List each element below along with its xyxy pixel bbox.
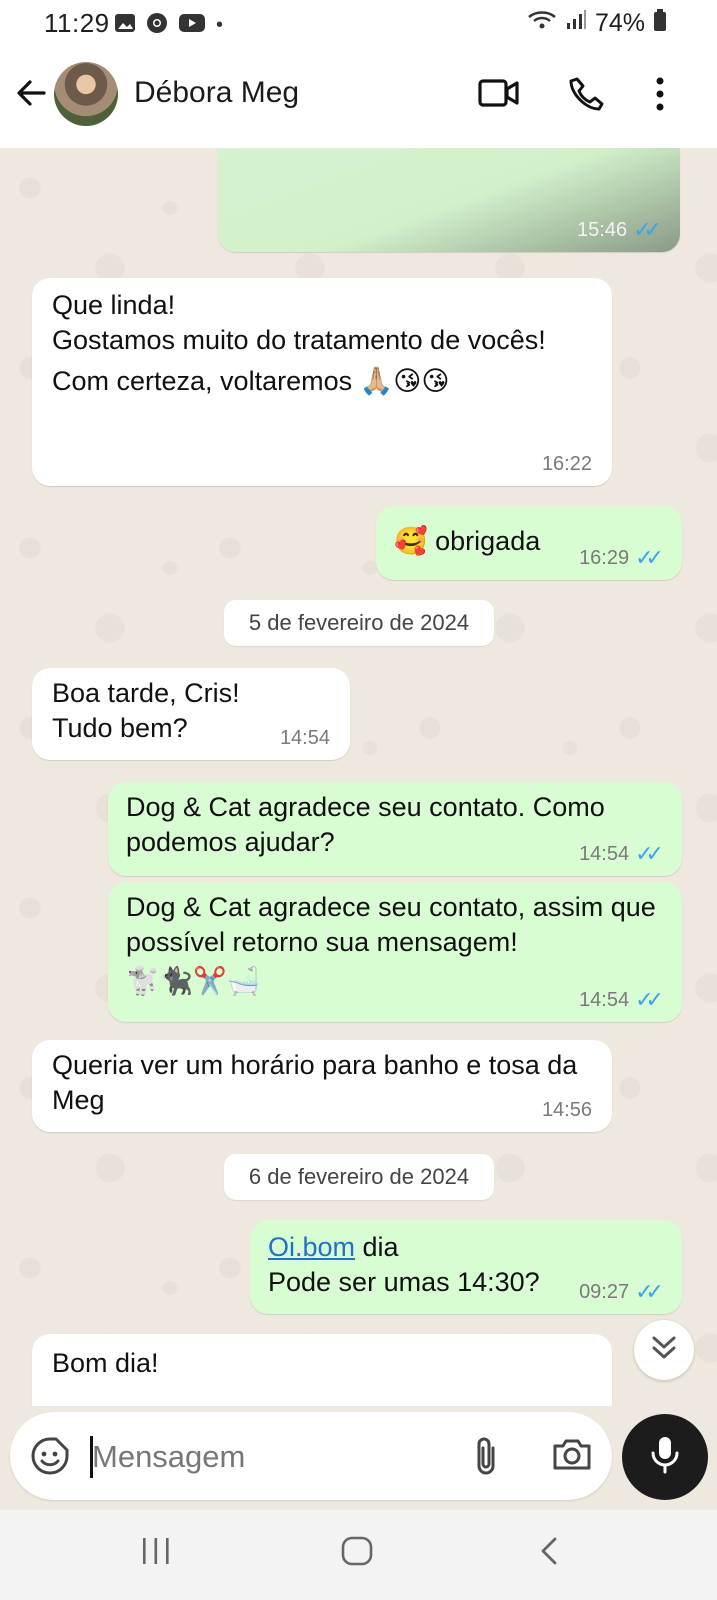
camera-icon[interactable] — [552, 1436, 592, 1477]
emoji: 🥰 — [394, 526, 428, 557]
message-text: Bom dia! — [52, 1348, 159, 1378]
avatar[interactable] — [54, 62, 118, 126]
system-navigation-bar — [0, 1510, 717, 1600]
signal-icon — [565, 9, 587, 38]
message-text: obrigada — [435, 526, 541, 556]
message-time: 16:22 — [541, 453, 592, 475]
message-incoming[interactable]: Bom dia! — [32, 1334, 612, 1406]
message-line: Com certeza, voltaremos 🙏🏼😘😘 — [52, 366, 450, 397]
message-line: Boa tarde, Cris! — [52, 678, 240, 708]
more-options-icon[interactable] — [652, 76, 668, 117]
message-incoming[interactable]: Boa tarde, Cris! Tudo bem? 14:54 — [32, 668, 350, 760]
message-incoming[interactable]: Queria ver um horário para banho e tosa … — [32, 1040, 612, 1132]
message-list[interactable]: 15:46 ✓✓ Que linda! Gostamos muito do tr… — [0, 148, 717, 1406]
wifi-icon — [527, 9, 557, 38]
read-ticks-icon: ✓✓ — [635, 987, 664, 1012]
gallery-icon — [114, 13, 136, 38]
message-text: dia — [355, 1232, 399, 1262]
message-outgoing-media[interactable]: 15:46 ✓✓ — [218, 148, 680, 252]
message-incoming[interactable]: Que linda! Gostamos muito do tratamento … — [32, 278, 612, 486]
home-icon[interactable] — [340, 1536, 374, 1571]
date-separator: 5 de fevereiro de 2024 — [224, 600, 494, 646]
notification-dot: • — [216, 14, 224, 36]
microphone-icon — [650, 1435, 680, 1480]
message-time: 14:56 — [541, 1099, 592, 1121]
chrome-icon — [146, 12, 168, 39]
read-ticks-icon: ✓✓ — [633, 217, 662, 242]
voice-message-button[interactable] — [622, 1414, 708, 1500]
message-time: 16:29 — [579, 547, 630, 569]
status-time: 11:29 — [44, 8, 110, 38]
message-input[interactable] — [90, 1434, 464, 1480]
read-ticks-icon: ✓✓ — [635, 545, 664, 570]
message-time: 15:46 — [577, 219, 628, 241]
message-outgoing[interactable]: Dog & Cat agradece seu contato, assim qu… — [108, 882, 682, 1022]
sticker-icon[interactable] — [30, 1436, 70, 1481]
message-text: Dog & Cat agradece seu contato. Como pod… — [126, 792, 605, 857]
chat-header: Débora Meg — [0, 48, 717, 148]
video-call-icon[interactable] — [478, 76, 520, 115]
message-time: 09:27 — [579, 1281, 630, 1303]
message-line: Gostamos muito do tratamento de vocês! — [52, 325, 546, 355]
message-outgoing[interactable]: Dog & Cat agradece seu contato. Como pod… — [108, 782, 682, 876]
date-separator: 6 de fevereiro de 2024 — [224, 1154, 494, 1200]
message-link[interactable]: Oi.bom — [268, 1232, 355, 1262]
back-arrow-icon[interactable] — [14, 76, 48, 115]
message-text: Dog & Cat agradece seu contato, assim qu… — [126, 892, 656, 957]
message-time: 14:54 — [579, 843, 630, 865]
message-time: 14:54 — [279, 727, 330, 749]
battery-icon — [653, 8, 667, 39]
emoji: 🙏🏼😘😘 — [359, 366, 450, 397]
message-composer — [10, 1412, 612, 1500]
double-chevron-down-icon — [651, 1334, 677, 1367]
scroll-to-bottom-button[interactable] — [634, 1320, 694, 1380]
message-outgoing[interactable]: Oi.bom dia Pode ser umas 14:30? 09:27 ✓✓ — [250, 1220, 682, 1314]
phone-call-icon[interactable] — [568, 76, 606, 119]
message-line: Que linda! — [52, 290, 176, 320]
message-text: Queria ver um horário para banho e tosa … — [52, 1050, 578, 1115]
recent-apps-icon[interactable] — [140, 1536, 172, 1571]
youtube-icon — [178, 13, 206, 38]
contact-name[interactable]: Débora Meg — [134, 76, 299, 110]
message-outgoing[interactable]: 🥰 obrigada 16:29 ✓✓ — [376, 506, 682, 580]
message-time: 14:54 — [579, 989, 630, 1011]
back-nav-icon[interactable] — [538, 1536, 560, 1571]
attach-icon[interactable] — [472, 1434, 500, 1483]
battery-level: 74% — [594, 9, 645, 37]
read-ticks-icon: ✓✓ — [635, 841, 664, 866]
read-ticks-icon: ✓✓ — [635, 1279, 664, 1304]
status-bar: 11:29 • 74% — [0, 0, 717, 48]
